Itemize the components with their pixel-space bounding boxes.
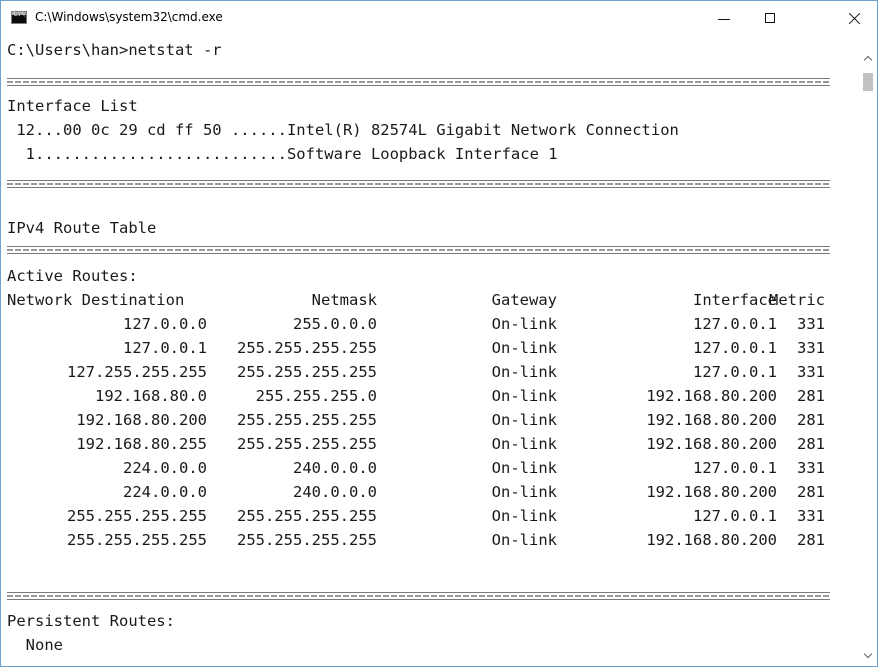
minimize-icon [718, 18, 730, 20]
route-table-header-row: Network Destination Netmask Gateway Inte… [7, 288, 837, 312]
route-row: 127.255.255.255 255.255.255.255 On-link 127… [7, 360, 837, 384]
route-row: 255.255.255.255 255.255.255.255 On-link 127… [7, 504, 837, 528]
cmd-icon[interactable]: C:\ [11, 9, 27, 24]
route-row: 192.168.80.0 255.255.255.0 On-link 192.168.… [7, 384, 837, 408]
cmd-window: C:\ C:\Windows\system32\cmd.exe C:\Users… [0, 0, 878, 667]
close-icon [848, 12, 861, 25]
interface-line: 12...00 0c 29 cd ff 50 ......Intel(R) 82… [7, 121, 679, 139]
route-metric: 331 [797, 507, 825, 525]
route-row: 192.168.80.200 255.255.255.255 On-link 192.… [7, 408, 837, 432]
route-metric: 281 [797, 531, 825, 549]
console-output[interactable]: C:\Users\han>netstat -r Interface List 1… [1, 35, 859, 666]
route-metric: 281 [797, 411, 825, 429]
close-button[interactable] [831, 1, 877, 35]
active-routes-header: Active Routes: [7, 267, 138, 285]
route-metric: 331 [797, 363, 825, 381]
route-row: 224.0.0.0 240.0.0.0 On-link 192.168.80.200 2… [7, 480, 837, 504]
interface-list-header: Interface List [7, 97, 138, 115]
persistent-routes-value: None [7, 636, 63, 654]
route-row: 224.0.0.0 240.0.0.0 On-link 127.0.0.1 331 [7, 456, 837, 480]
title-bar[interactable]: C:\ C:\Windows\system32\cmd.exe [1, 1, 877, 35]
route-metric: 281 [797, 387, 825, 405]
persistent-routes-header: Persistent Routes: [7, 612, 175, 630]
maximize-icon [765, 13, 775, 23]
route-metric: 281 [797, 483, 825, 501]
scroll-down-button[interactable] [859, 646, 877, 664]
chevron-down-icon [863, 649, 873, 658]
chevron-up-icon [863, 55, 873, 64]
minimize-button[interactable] [701, 1, 747, 35]
route-row: 127.0.0.1 255.255.255.255 On-link 127.0.0.1… [7, 336, 837, 360]
separator-line [7, 592, 830, 600]
route-metric: 331 [797, 315, 825, 333]
ipv4-route-table-header: IPv4 Route Table [7, 219, 157, 237]
separator-line [7, 246, 830, 254]
prompt-line: C:\Users\han>netstat -r [7, 41, 222, 59]
separator-line [7, 78, 830, 86]
interface-line: 1...........................Software Loo… [7, 145, 558, 163]
route-metric: 331 [797, 339, 825, 357]
route-row: 127.0.0.0 255.0.0.0 On-link 127.0.0.1 331 [7, 312, 837, 336]
vertical-scrollbar[interactable] [859, 35, 877, 666]
cmd-icon-glyph: C:\ [13, 9, 25, 18]
route-row: 255.255.255.255 255.255.255.255 On-link 192… [7, 528, 837, 552]
window-title: C:\Windows\system32\cmd.exe [35, 10, 223, 24]
column-header-metric: Metric [769, 291, 825, 309]
separator-line [7, 180, 830, 188]
maximize-button[interactable] [747, 1, 793, 35]
route-row: 192.168.80.255 255.255.255.255 On-link 192.… [7, 432, 837, 456]
route-metric: 281 [797, 435, 825, 453]
scroll-up-button[interactable] [859, 49, 877, 67]
scroll-thumb[interactable] [863, 73, 873, 91]
route-metric: 331 [797, 459, 825, 477]
